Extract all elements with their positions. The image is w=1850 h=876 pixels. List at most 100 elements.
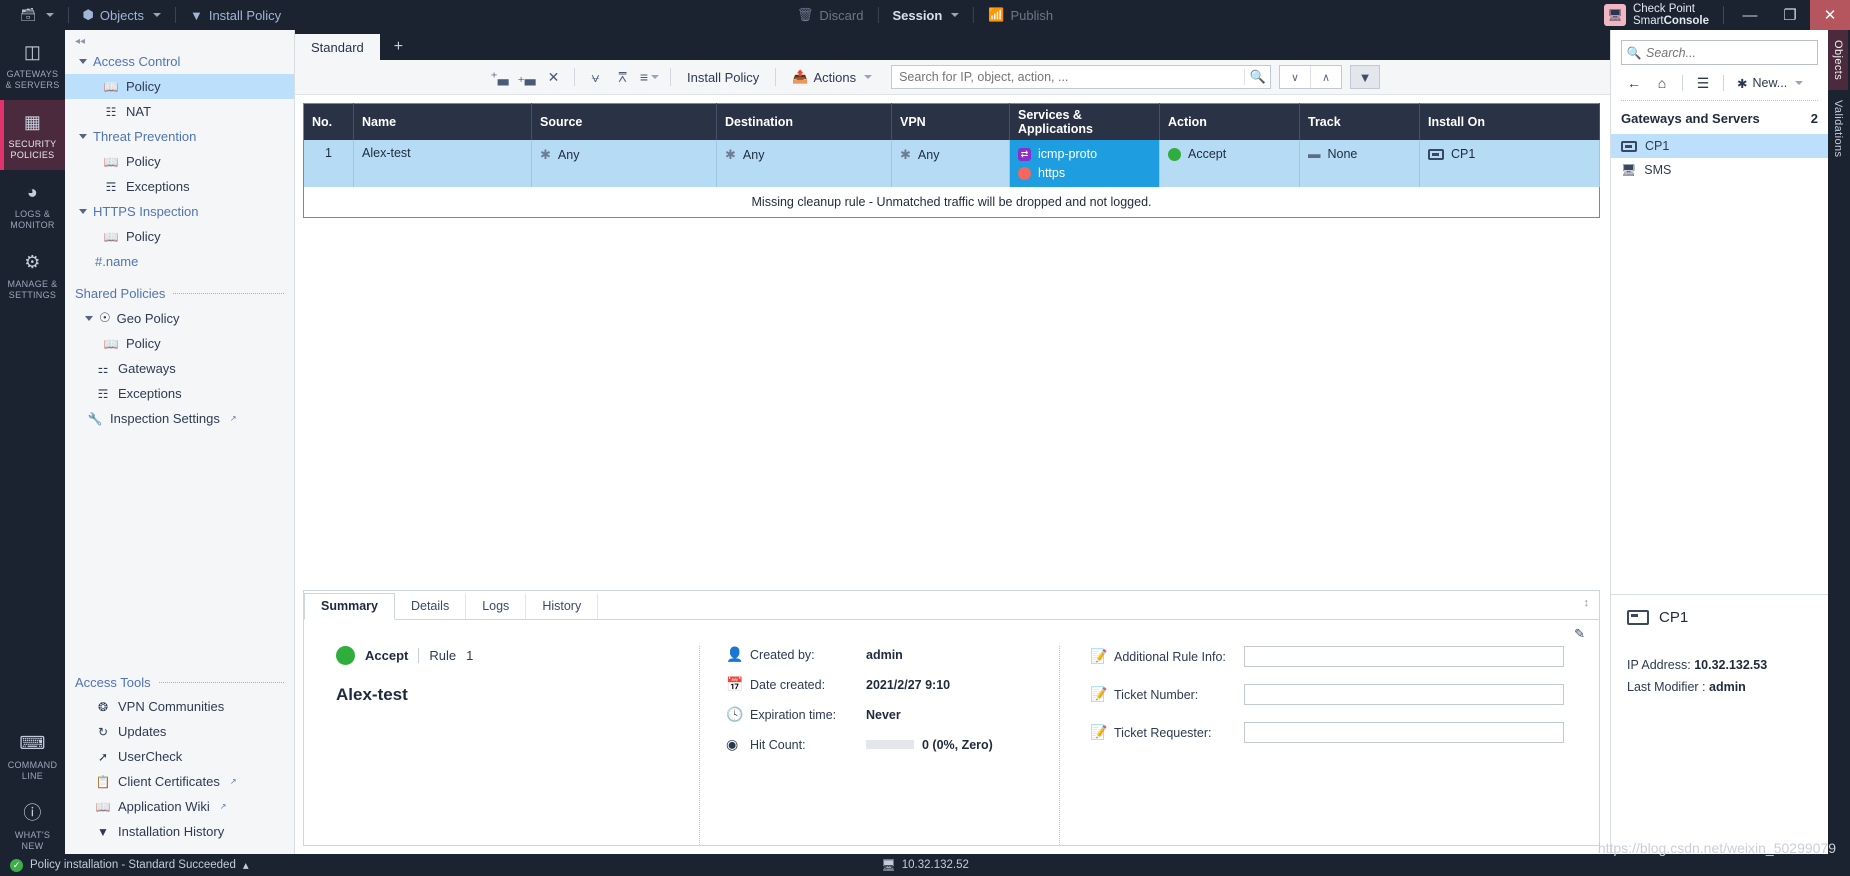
column-header-services[interactable]: Services & Applications: [1009, 103, 1160, 140]
filter-button[interactable]: ▼: [1350, 65, 1381, 89]
divider: [1723, 6, 1724, 24]
view-options-button[interactable]: ≡: [636, 65, 663, 90]
ticket-number-input[interactable]: [1244, 684, 1564, 705]
new-object-button[interactable]: ✱ New...: [1731, 76, 1804, 91]
sidebar-item-geo-policy-policy[interactable]: 📖 Policy: [65, 331, 294, 356]
delete-rule-button[interactable]: ✕: [540, 65, 567, 90]
cell-action[interactable]: Accept: [1159, 140, 1300, 187]
cell-services-applications[interactable]: ⇄ icmp-proto https: [1009, 140, 1160, 187]
install-policy-button[interactable]: Install Policy: [678, 70, 768, 85]
column-header-track[interactable]: Track: [1299, 103, 1420, 140]
additional-rule-info-input[interactable]: [1244, 646, 1564, 667]
rail-item-security-policies[interactable]: ▦ SECURITY POLICIES: [0, 100, 65, 170]
collapse-panel-button[interactable]: ◂◂: [65, 30, 294, 49]
objects-menu-button[interactable]: ⬢ Objects: [73, 0, 171, 30]
actions-button[interactable]: 📤 Actions: [783, 69, 881, 85]
object-list-item-sms[interactable]: 🖥 SMS: [1611, 158, 1828, 182]
search-icon[interactable]: 🔍: [1244, 69, 1270, 85]
tree-group-https-inspection[interactable]: HTTPS Inspection: [65, 199, 294, 224]
status-expander-icon[interactable]: ▴: [243, 858, 249, 872]
sidebar-item-application-wiki[interactable]: 📖 Application Wiki ↗: [65, 794, 294, 819]
clock-icon: 🕓: [726, 706, 744, 722]
resize-handle[interactable]: ↕: [1584, 597, 1590, 609]
objects-section-header: Gateways and Servers 2: [1611, 109, 1828, 134]
add-tab-button[interactable]: +: [380, 34, 417, 60]
publish-button[interactable]: 📶 Publish: [978, 0, 1063, 30]
sidebar-item-installation-history[interactable]: ▼ Installation History: [65, 819, 294, 844]
rules-search-box[interactable]: 🔍: [891, 65, 1272, 89]
policy-menu-button[interactable]: 🗃: [10, 0, 64, 30]
shared-policies-label: Shared Policies: [75, 286, 166, 301]
objects-search-box[interactable]: 🔍: [1621, 40, 1818, 65]
object-list-item-cp1[interactable]: CP1: [1611, 134, 1828, 158]
install-policy-menu-button[interactable]: ▼ Install Policy: [180, 0, 291, 30]
sidebar-item-https-inspection-policy[interactable]: 📖 Policy: [65, 224, 294, 249]
tab-summary[interactable]: Summary: [304, 593, 395, 620]
sidebar-item-inspection-settings[interactable]: 🔧 Inspection Settings ↗: [65, 406, 294, 431]
close-button[interactable]: ✕: [1810, 0, 1850, 30]
rail-item-logs-monitor[interactable]: ◕ LOGS & MONITOR: [0, 170, 65, 240]
vtab-objects[interactable]: Objects: [1828, 30, 1848, 91]
add-rule-below-button[interactable]: ₊▃: [513, 65, 540, 90]
rail-item-manage-settings[interactable]: ⚙ MANAGE & SETTINGS: [0, 240, 65, 310]
vtab-validations[interactable]: Validations: [1828, 90, 1848, 167]
column-header-no[interactable]: No.: [303, 103, 354, 140]
actions-icon: 📤: [792, 69, 809, 84]
search-prev-button[interactable]: ∧: [1311, 66, 1341, 88]
sidebar-item-threat-prevention-policy[interactable]: 📖 Policy: [65, 149, 294, 174]
sidebar-item-client-certificates[interactable]: 📋 Client Certificates ↗: [65, 769, 294, 794]
sidebar-item-nat[interactable]: ☷ NAT: [65, 99, 294, 124]
pencil-icon[interactable]: ✎: [1574, 626, 1585, 642]
tree-group-threat-prevention[interactable]: Threat Prevention: [65, 124, 294, 149]
tab-history[interactable]: History: [526, 594, 599, 619]
tab-logs[interactable]: Logs: [466, 594, 527, 619]
sidebar-item-updates[interactable]: ↻ Updates: [65, 719, 294, 744]
back-button[interactable]: ←: [1621, 72, 1647, 94]
column-header-name[interactable]: Name: [353, 103, 532, 140]
cell-track[interactable]: ▬ None: [1299, 140, 1420, 187]
status-message[interactable]: Policy installation - Standard Succeeded: [30, 859, 236, 871]
chevron-down-icon: [45, 13, 54, 17]
column-header-source[interactable]: Source: [531, 103, 717, 140]
column-header-install-on[interactable]: Install On: [1419, 103, 1600, 140]
search-next-button[interactable]: ∨: [1280, 66, 1310, 88]
sidebar-item-usercheck[interactable]: ➚ UserCheck: [65, 744, 294, 769]
cell-install-on[interactable]: CP1: [1419, 140, 1600, 187]
brand-text: Check Point SmartConsole: [1633, 3, 1709, 27]
sidebar-item-threat-prevention-exceptions[interactable]: ☶ Exceptions: [65, 174, 294, 199]
list-view-button[interactable]: ☰: [1690, 72, 1716, 94]
minimize-button[interactable]: —: [1730, 0, 1770, 30]
cell-source[interactable]: ✱ Any: [531, 140, 717, 187]
collapse-all-button[interactable]: ⩞: [609, 65, 636, 90]
tree-group-access-control[interactable]: Access Control: [65, 49, 294, 74]
objects-search-input[interactable]: [1646, 45, 1817, 60]
sidebar-item-shared-exceptions[interactable]: ☶ Exceptions: [65, 381, 294, 406]
rail-item-gateways-servers[interactable]: ◫ GATEWAYS & SERVERS: [0, 30, 65, 100]
tab-standard[interactable]: Standard: [295, 34, 380, 60]
cleanup-rule-warning-text: Missing cleanup rule - Unmatched traffic…: [303, 187, 1600, 218]
restore-button[interactable]: ❐: [1770, 0, 1810, 30]
rail-item-command-line[interactable]: ⌨ COMMAND LINE: [0, 721, 65, 791]
cell-vpn[interactable]: ✱ Any: [891, 140, 1010, 187]
sidebar-item-gateways[interactable]: ⚏ Gateways: [65, 356, 294, 381]
tree-group-geo-policy[interactable]: ☉ Geo Policy: [65, 305, 294, 331]
cell-destination[interactable]: ✱ Any: [716, 140, 892, 187]
table-row[interactable]: 1 Alex-test ✱ Any ✱ Any ✱ Any ⇄ icmp-proto: [303, 140, 1600, 187]
tree-item-name-placeholder[interactable]: #.name: [65, 249, 294, 274]
tab-details[interactable]: Details: [395, 594, 467, 619]
add-rule-above-button[interactable]: ⁺▃: [486, 65, 513, 90]
expand-all-button[interactable]: ⩝: [582, 65, 609, 90]
rule-word-label: Rule: [429, 648, 457, 663]
column-header-action[interactable]: Action: [1159, 103, 1300, 140]
column-header-destination[interactable]: Destination: [716, 103, 892, 140]
chevron-down-icon: [79, 209, 87, 214]
search-input[interactable]: [892, 66, 1245, 88]
ticket-requester-input[interactable]: [1244, 722, 1564, 743]
home-button[interactable]: ⌂: [1649, 72, 1675, 94]
column-header-vpn[interactable]: VPN: [891, 103, 1010, 140]
sidebar-item-vpn-communities[interactable]: ❂ VPN Communities: [65, 694, 294, 719]
discard-button[interactable]: 🗑 Discard: [787, 0, 874, 30]
cell-rule-name[interactable]: Alex-test: [353, 140, 532, 187]
sidebar-item-access-control-policy[interactable]: 📖 Policy: [65, 74, 294, 99]
session-button[interactable]: Session: [882, 0, 969, 30]
